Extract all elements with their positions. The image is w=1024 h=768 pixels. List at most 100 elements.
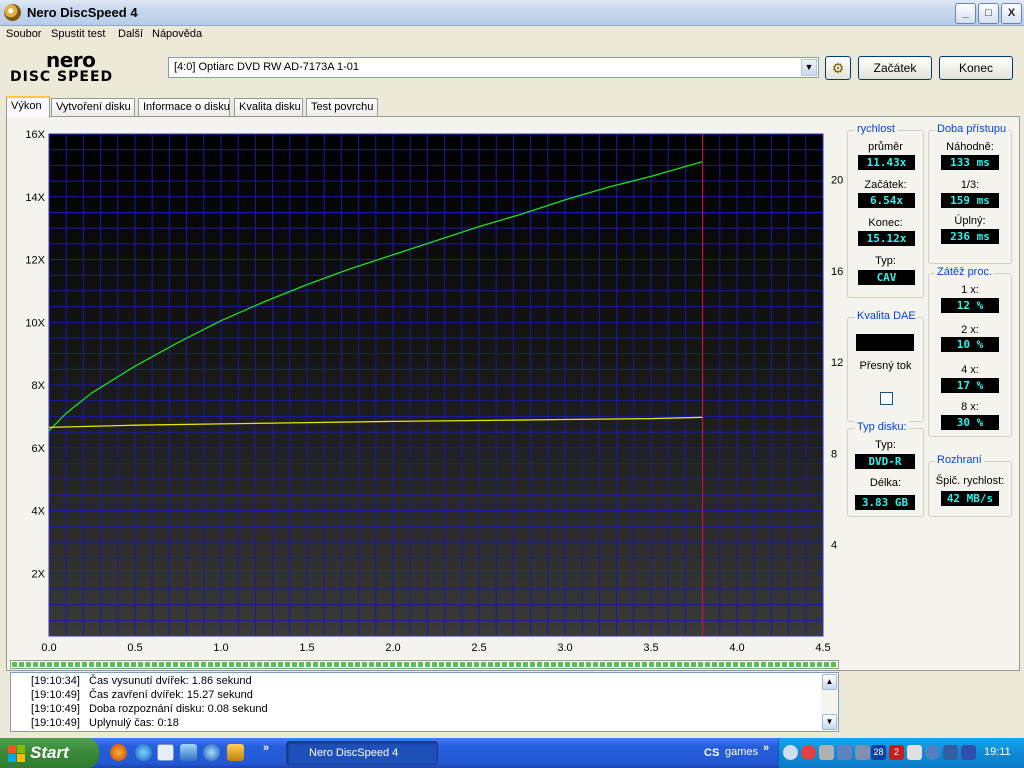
full-access-value: 236 ms xyxy=(941,229,999,244)
tab-informace-o-disku[interactable]: Informace o disku xyxy=(138,98,230,117)
x-tick-label: 3.5 xyxy=(643,642,658,654)
x-tick-label: 0.0 xyxy=(41,642,56,654)
tray-app-icon[interactable] xyxy=(943,745,958,760)
task-nero-discspeed[interactable]: Nero DiscSpeed 4 xyxy=(286,741,438,765)
menu-soubor[interactable]: Soubor xyxy=(6,28,41,40)
y-tick-label: 6X xyxy=(32,443,46,455)
third-access-value: 159 ms xyxy=(941,193,999,208)
settings-tool-button[interactable]: ⚙ xyxy=(825,56,851,80)
menu-dalsi[interactable]: Další xyxy=(118,28,143,40)
quicklaunch-more-icon[interactable]: » xyxy=(263,742,269,754)
start-button[interactable]: Začátek xyxy=(858,56,932,80)
full-access-label: Úplný: xyxy=(954,215,986,227)
start-button[interactable]: Start xyxy=(0,738,99,768)
start-label: Start xyxy=(30,743,69,762)
app-icon xyxy=(4,4,21,21)
log-row: [19:10:49] Uplynulý čas: 0:18 xyxy=(31,717,179,729)
drive-select[interactable]: [4:0] Optiarc DVD RW AD-7173A 1-01 ▼ xyxy=(168,57,819,78)
taskbar: Start » Nero DiscSpeed 4 CS games » 28 2… xyxy=(0,738,1024,768)
x-tick-label: 0.5 xyxy=(127,642,142,654)
menu-bar: Soubor Spustit test Další Nápověda xyxy=(0,26,1024,45)
close-button[interactable]: X xyxy=(1001,3,1022,24)
x-tick-label: 3.0 xyxy=(557,642,572,654)
menu-napoveda[interactable]: Nápověda xyxy=(152,28,202,40)
speed-group-title: rychlost xyxy=(855,123,897,135)
tray-app-icon[interactable]: 2 xyxy=(889,745,904,760)
system-tray: 28 2 19:11 xyxy=(778,738,1024,768)
quicklaunch-app-icon[interactable] xyxy=(203,744,220,761)
tray-expand-icon[interactable] xyxy=(783,745,798,760)
speed-type-value: CAV xyxy=(858,270,915,285)
y2-tick-label: 4 xyxy=(831,540,837,552)
peak-speed-label: Špič. rychlost: xyxy=(935,475,1005,487)
peak-speed-value: 42 MB/s xyxy=(941,491,999,506)
accurate-stream-checkbox[interactable] xyxy=(880,392,893,405)
tray-calendar-icon[interactable]: 28 xyxy=(871,745,886,760)
minimize-button[interactable]: _ xyxy=(955,3,976,24)
log-row: [19:10:49] Čas zavření dvířek: 15.27 seku… xyxy=(31,689,253,701)
toolbar-more-icon[interactable]: » xyxy=(763,742,769,754)
scroll-up-icon[interactable]: ▲ xyxy=(822,674,837,690)
firefox-icon[interactable] xyxy=(110,744,127,761)
speed-group: rychlost průměr 11.43x Začátek: 6.54x Ko… xyxy=(847,123,924,298)
disc-length-label: Délka: xyxy=(869,477,902,489)
tab-test-povrchu[interactable]: Test povrchu xyxy=(306,98,378,117)
title-bar[interactable]: Nero DiscSpeed 4 _ □ X xyxy=(0,0,1024,26)
clock: 19:11 xyxy=(984,746,1011,758)
tray-app-icon[interactable] xyxy=(819,745,834,760)
volume-icon[interactable] xyxy=(907,745,922,760)
scroll-down-icon[interactable]: ▼ xyxy=(822,714,837,730)
y2-tick-label: 8 xyxy=(831,448,837,460)
tray-app-icon[interactable] xyxy=(925,745,940,760)
y-tick-label: 14X xyxy=(25,192,45,204)
language-indicator[interactable]: CS xyxy=(704,747,719,759)
cpu-group-title: Zátěž proc. xyxy=(935,266,995,278)
disc-type-group: Typ disku: Typ: DVD-R Délka: 3.83 GB xyxy=(847,421,924,517)
tab-vytvoreni-disku[interactable]: Vytvoření disku xyxy=(51,98,135,117)
cpu-load-group: Zátěž proc. 1 x: 12 % 2 x: 10 % 4 x: 17 … xyxy=(928,266,1012,437)
interface-group-title: Rozhraní xyxy=(935,454,984,466)
random-access-label: Náhodně: xyxy=(946,141,994,153)
log-row: [19:10:34] Čas vysunutí dvířek: 1.86 seku… xyxy=(31,675,252,687)
log-scrollbar[interactable]: ▲ ▼ xyxy=(821,673,838,731)
avg-speed-label: průměr xyxy=(868,141,903,153)
cpu-2x-label: 2 x: xyxy=(961,324,979,336)
y-tick-label: 4X xyxy=(32,506,46,518)
tray-antivirus-icon[interactable] xyxy=(801,745,816,760)
end-button[interactable]: Konec xyxy=(939,56,1013,80)
dae-quality-group: Kvalita DAE Přesný tok xyxy=(847,310,924,422)
tab-kvalita-disku[interactable]: Kvalita disku xyxy=(234,98,303,117)
y-tick-label: 12X xyxy=(25,255,45,267)
main-window: nero DISC SPEED [4:0] Optiarc DVD RW AD-… xyxy=(0,45,1024,738)
word-icon[interactable] xyxy=(157,744,174,761)
y2-tick-label: 16 xyxy=(831,266,843,278)
games-toolbar[interactable]: games xyxy=(725,746,758,758)
tab-vykon[interactable]: Výkon xyxy=(6,96,50,118)
x-tick-label: 1.5 xyxy=(299,642,314,654)
dae-group-title: Kvalita DAE xyxy=(855,310,918,322)
tool-icon: ⚙ xyxy=(831,60,845,76)
cpu-4x-label: 4 x: xyxy=(961,364,979,376)
access-time-group: Doba přístupu Náhodně: 133 ms 1/3: 159 m… xyxy=(928,123,1012,264)
cpu-4x-value: 17 % xyxy=(941,378,999,393)
chevron-down-icon[interactable]: ▼ xyxy=(801,59,817,76)
windows-flag-icon xyxy=(8,745,25,762)
y2-tick-label: 20 xyxy=(831,175,843,187)
maximize-button[interactable]: □ xyxy=(978,3,999,24)
internet-explorer-icon[interactable] xyxy=(135,744,152,761)
end-speed-label: Konec: xyxy=(868,217,903,229)
security-shield-icon[interactable] xyxy=(961,745,976,760)
quicklaunch-app-icon[interactable] xyxy=(227,744,244,761)
start-speed-value: 6.54x xyxy=(858,193,915,208)
y-tick-label: 2X xyxy=(32,568,46,580)
x-tick-label: 4.5 xyxy=(815,642,830,654)
quicklaunch-app-icon[interactable] xyxy=(180,744,197,761)
disc-type-value: DVD-R xyxy=(855,454,915,469)
tray-network-icon[interactable] xyxy=(837,745,852,760)
y2-tick-label: 12 xyxy=(831,357,843,369)
cpu-2x-value: 10 % xyxy=(941,337,999,352)
random-access-value: 133 ms xyxy=(941,155,999,170)
test-progress-bar xyxy=(10,660,839,669)
menu-spustit-test[interactable]: Spustit test xyxy=(51,28,105,40)
tray-app-icon[interactable] xyxy=(855,745,870,760)
